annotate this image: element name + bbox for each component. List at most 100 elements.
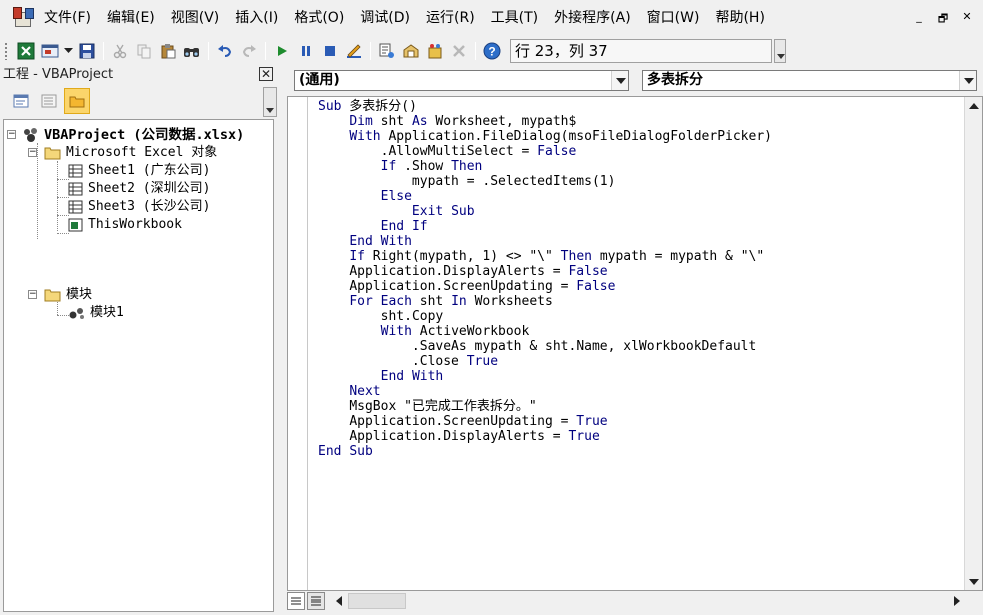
chevron-down-icon[interactable]	[959, 71, 976, 90]
code-line[interactable]: End With	[318, 234, 772, 249]
code-text[interactable]: Sub 多表拆分() Dim sht As Worksheet, mypath$…	[318, 99, 772, 459]
insert-dropdown-chevron-icon[interactable]	[62, 40, 74, 62]
code-line[interactable]: For Each sht In Worksheets	[318, 294, 772, 309]
redo-icon[interactable]	[237, 40, 260, 62]
code-line[interactable]: .AllowMultiSelect = False	[318, 144, 772, 159]
tree-node-module1[interactable]: 模块1	[68, 304, 124, 322]
view-code-icon[interactable]	[8, 88, 34, 114]
find-icon[interactable]	[180, 40, 203, 62]
toolbar-separator	[370, 41, 371, 60]
scroll-down-icon[interactable]	[965, 573, 982, 590]
collapse-icon[interactable]: −	[28, 290, 37, 299]
menu-format[interactable]: 格式(O)	[286, 7, 352, 29]
code-line[interactable]: Exit Sub	[318, 204, 772, 219]
code-editor[interactable]: Sub 多表拆分() Dim sht As Worksheet, mypath$…	[287, 96, 983, 591]
collapse-icon[interactable]: −	[28, 148, 37, 157]
menu-edit[interactable]: 编辑(E)	[99, 7, 163, 29]
full-module-view-icon[interactable]	[307, 592, 325, 610]
close-icon[interactable]: ✕	[259, 67, 273, 81]
code-line[interactable]: Application.DisplayAlerts = True	[318, 429, 772, 444]
menu-window[interactable]: 窗口(W)	[639, 7, 708, 29]
reset-icon[interactable]	[318, 40, 341, 62]
svg-text:?: ?	[488, 44, 495, 58]
folder-open-icon	[44, 289, 61, 302]
project-panel-title: 工程 - VBAProject ✕	[0, 65, 279, 85]
paste-icon[interactable]	[156, 40, 179, 62]
toggle-folders-icon[interactable]	[64, 88, 90, 114]
copy-icon[interactable]	[132, 40, 155, 62]
toolbar-options-chevron-icon[interactable]	[774, 38, 786, 63]
project-explorer-icon[interactable]	[375, 40, 398, 62]
code-line[interactable]: Application.ScreenUpdating = False	[318, 279, 772, 294]
code-line[interactable]: .Close True	[318, 354, 772, 369]
procedure-view-icon[interactable]	[287, 592, 305, 610]
code-line[interactable]: sht.Copy	[318, 309, 772, 324]
save-icon[interactable]	[75, 40, 98, 62]
code-line[interactable]: End Sub	[318, 444, 772, 459]
object-browser-icon[interactable]	[423, 40, 446, 62]
scroll-right-icon[interactable]	[948, 592, 965, 609]
code-line[interactable]: Else	[318, 189, 772, 204]
code-window-bottom-bar	[287, 591, 983, 611]
properties-window-icon[interactable]	[399, 40, 422, 62]
view-object-icon[interactable]	[36, 88, 62, 114]
code-line[interactable]: Next	[318, 384, 772, 399]
design-mode-icon[interactable]	[342, 40, 365, 62]
menu-insert[interactable]: 插入(I)	[227, 7, 286, 29]
panel-toolbar-chevron-icon[interactable]	[263, 87, 277, 117]
scroll-up-icon[interactable]	[965, 97, 982, 114]
collapse-icon[interactable]: −	[7, 130, 16, 139]
tree-node-excel-objects[interactable]: Microsoft Excel 对象	[44, 144, 217, 162]
break-icon[interactable]	[294, 40, 317, 62]
margin-indicator-bar[interactable]	[288, 97, 308, 590]
cut-icon[interactable]	[108, 40, 131, 62]
vertical-scrollbar[interactable]	[964, 97, 982, 590]
mdi-window-controls: _ 🗗 ✕	[913, 10, 973, 29]
close-icon[interactable]: ✕	[961, 10, 973, 29]
object-combo[interactable]: (通用)	[294, 70, 629, 91]
tree-connector	[37, 143, 38, 239]
view-excel-icon[interactable]	[14, 40, 37, 62]
horizontal-scrollbar[interactable]	[331, 592, 983, 610]
code-line[interactable]: MsgBox "已完成工作表拆分。"	[318, 399, 772, 414]
vbe-app-icon[interactable]	[13, 7, 35, 29]
horizontal-scroll-thumb[interactable]	[348, 593, 406, 609]
menu-file[interactable]: 文件(F)	[42, 7, 99, 29]
code-line[interactable]: Application.ScreenUpdating = True	[318, 414, 772, 429]
code-line[interactable]: If Right(mypath, 1) <> "\" Then mypath =…	[318, 249, 772, 264]
tree-node-sheet3[interactable]: Sheet3 (长沙公司)	[68, 198, 210, 216]
code-line[interactable]: mypath = .SelectedItems(1)	[318, 174, 772, 189]
toolbar-grip[interactable]	[4, 41, 8, 60]
tree-node-sheet2[interactable]: Sheet2 (深圳公司)	[68, 180, 210, 198]
code-line[interactable]: .SaveAs mypath & sht.Name, xlWorkbookDef…	[318, 339, 772, 354]
code-line[interactable]: Sub 多表拆分()	[318, 99, 772, 114]
insert-userform-icon[interactable]	[38, 40, 61, 62]
menu-debug[interactable]: 调试(D)	[352, 7, 418, 29]
minimize-icon[interactable]: _	[913, 10, 925, 29]
toolbox-icon[interactable]	[447, 40, 470, 62]
scroll-left-icon[interactable]	[331, 592, 348, 609]
project-panel-toolbar	[0, 85, 279, 117]
restore-icon[interactable]: 🗗	[937, 10, 949, 29]
procedure-combo[interactable]: 多表拆分	[642, 70, 977, 91]
undo-icon[interactable]	[213, 40, 236, 62]
code-line[interactable]: End If	[318, 219, 772, 234]
help-icon[interactable]: ?	[480, 40, 503, 62]
tree-node-thisworkbook[interactable]: ThisWorkbook	[68, 216, 182, 234]
run-icon[interactable]	[270, 40, 293, 62]
tree-node-sheet1[interactable]: Sheet1 (广东公司)	[68, 162, 210, 180]
menu-run[interactable]: 运行(R)	[418, 7, 483, 29]
tree-node-modules[interactable]: 模块	[44, 286, 92, 304]
menu-tools[interactable]: 工具(T)	[483, 7, 546, 29]
menu-view[interactable]: 视图(V)	[163, 7, 228, 29]
chevron-down-icon[interactable]	[611, 71, 628, 90]
code-line[interactable]: With ActiveWorkbook	[318, 324, 772, 339]
tree-node-vbaproject[interactable]: VBAProject (公司数据.xlsx)	[22, 126, 244, 144]
code-line[interactable]: With Application.FileDialog(msoFileDialo…	[318, 129, 772, 144]
code-line[interactable]: Dim sht As Worksheet, mypath$	[318, 114, 772, 129]
menu-help[interactable]: 帮助(H)	[707, 7, 772, 29]
code-line[interactable]: Application.DisplayAlerts = False	[318, 264, 772, 279]
code-line[interactable]: If .Show Then	[318, 159, 772, 174]
menu-addins[interactable]: 外接程序(A)	[546, 7, 639, 29]
code-line[interactable]: End With	[318, 369, 772, 384]
